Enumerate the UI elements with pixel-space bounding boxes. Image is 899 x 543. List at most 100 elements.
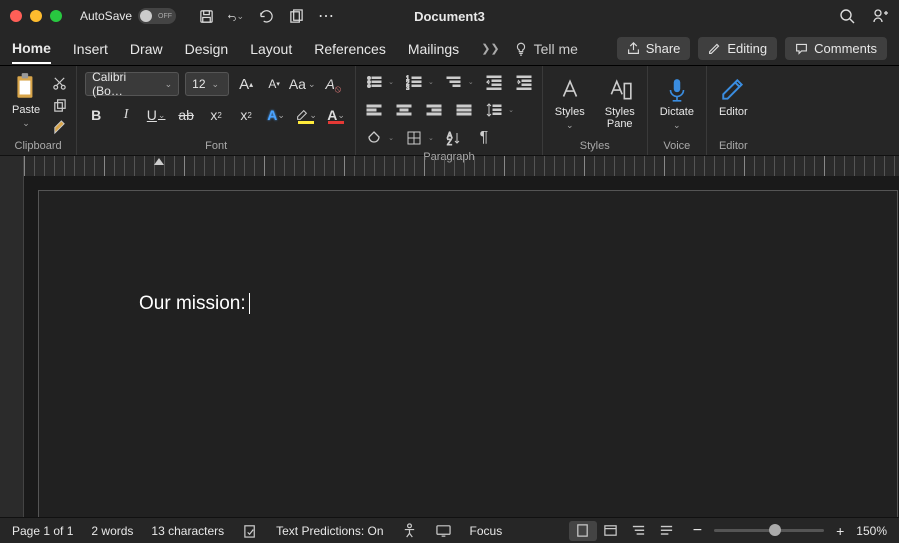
document-text: Our mission:: [139, 293, 246, 314]
outline-icon[interactable]: [625, 521, 653, 541]
focus-mode[interactable]: Focus: [470, 524, 503, 538]
more-icon[interactable]: ⋯: [318, 8, 334, 24]
draft-icon[interactable]: [653, 521, 681, 541]
comment-icon: [795, 42, 808, 55]
pencil-icon: [708, 42, 721, 55]
format-painter-icon[interactable]: [50, 118, 68, 136]
shrink-font-icon[interactable]: A▾: [263, 73, 285, 95]
vertical-ruler[interactable]: [0, 176, 24, 517]
highlight-icon[interactable]: ⌄: [295, 104, 317, 126]
subscript-button[interactable]: x2: [205, 104, 227, 126]
indent-right-icon[interactable]: [514, 72, 534, 92]
sort-icon[interactable]: AZ: [444, 128, 464, 148]
editing-button[interactable]: Editing: [698, 37, 777, 60]
line-spacing-icon[interactable]: [484, 100, 504, 120]
group-label: Voice: [656, 137, 698, 155]
group-label: Clipboard: [8, 137, 68, 155]
mic-icon: [663, 76, 691, 104]
indent-left-icon[interactable]: [484, 72, 504, 92]
font-name-combo[interactable]: Calibri (Bo…⌄: [85, 72, 179, 96]
clear-format-icon[interactable]: A⦸: [319, 73, 341, 95]
page-indicator[interactable]: Page 1 of 1: [12, 524, 73, 538]
font-color-icon[interactable]: A⌄: [325, 104, 347, 126]
tab-design[interactable]: Design: [185, 35, 229, 63]
comments-button[interactable]: Comments: [785, 37, 887, 60]
zoom-in-icon[interactable]: +: [836, 523, 844, 539]
word-count[interactable]: 2 words: [91, 524, 133, 538]
spellcheck-icon[interactable]: [242, 523, 258, 539]
group-paragraph: ⌄ 123⌄ ⌄ ⌄ ⌄ ⌄ AZ ¶ Paragraph: [356, 66, 543, 155]
font-size-combo[interactable]: 12⌄: [185, 72, 229, 96]
grow-font-icon[interactable]: A▴: [235, 73, 257, 95]
change-case-icon[interactable]: Aa⌄: [291, 73, 313, 95]
styles-pane-icon: [606, 76, 634, 104]
svg-text:Z: Z: [447, 138, 452, 146]
show-marks-icon[interactable]: ¶: [474, 128, 494, 148]
more-tabs-icon[interactable]: ❯❯: [481, 42, 499, 55]
bulb-icon: [514, 42, 528, 56]
paste-button[interactable]: Paste ⌄: [8, 70, 44, 131]
text-predictions[interactable]: Text Predictions: On: [276, 524, 383, 538]
tell-me[interactable]: Tell me: [514, 41, 578, 57]
tab-insert[interactable]: Insert: [73, 35, 108, 63]
shading-icon[interactable]: [364, 128, 384, 148]
numbering-icon[interactable]: 123: [404, 72, 424, 92]
styles-button[interactable]: Styles⌄: [551, 74, 589, 133]
tab-home[interactable]: Home: [12, 34, 51, 64]
dictate-button[interactable]: Dictate⌄: [656, 74, 698, 133]
styles-pane-button[interactable]: Styles Pane: [601, 74, 639, 132]
text-effects-icon[interactable]: A⌄: [265, 104, 287, 126]
print-layout-icon[interactable]: [569, 521, 597, 541]
redo-icon[interactable]: [258, 8, 274, 24]
superscript-button[interactable]: x2: [235, 104, 257, 126]
template-icon[interactable]: [288, 8, 304, 24]
document-body[interactable]: Our mission:: [139, 293, 817, 315]
tab-mailings[interactable]: Mailings: [408, 35, 459, 63]
accessibility-icon[interactable]: [402, 523, 418, 539]
tab-references[interactable]: References: [314, 35, 386, 63]
indent-marker[interactable]: [154, 158, 164, 165]
close-window[interactable]: [10, 10, 22, 22]
align-left-icon[interactable]: [364, 100, 384, 120]
tab-layout[interactable]: Layout: [250, 35, 292, 63]
cut-icon[interactable]: [50, 74, 68, 92]
group-clipboard: Paste ⌄ Clipboard: [0, 66, 77, 155]
tab-draw[interactable]: Draw: [130, 35, 163, 63]
ribbon: Paste ⌄ Clipboard Calibri (Bo…⌄ 12⌄ A▴ A…: [0, 66, 899, 156]
zoom-out-icon[interactable]: −: [693, 522, 702, 540]
char-count[interactable]: 13 characters: [151, 524, 224, 538]
align-right-icon[interactable]: [424, 100, 444, 120]
justify-icon[interactable]: [454, 100, 474, 120]
zoom-slider[interactable]: [714, 529, 824, 532]
bold-button[interactable]: B: [85, 104, 107, 126]
horizontal-ruler[interactable]: [24, 156, 899, 176]
clipboard-icon: [13, 72, 39, 102]
autosave-toggle[interactable]: AutoSave OFF: [80, 8, 176, 24]
align-center-icon[interactable]: [394, 100, 414, 120]
italic-button[interactable]: I: [115, 104, 137, 126]
text-cursor: [249, 293, 250, 314]
document-page[interactable]: Our mission:: [38, 190, 898, 517]
web-layout-icon[interactable]: [597, 521, 625, 541]
account-icon[interactable]: [873, 8, 889, 24]
copy-icon[interactable]: [50, 96, 68, 114]
strike-button[interactable]: ab: [175, 104, 197, 126]
minimize-window[interactable]: [30, 10, 42, 22]
multilevel-icon[interactable]: [444, 72, 464, 92]
save-icon[interactable]: [198, 8, 214, 24]
svg-text:3: 3: [406, 86, 410, 90]
borders-icon[interactable]: [404, 128, 424, 148]
autosave-label: AutoSave: [80, 9, 132, 23]
bullets-icon[interactable]: [364, 72, 384, 92]
display-settings-icon[interactable]: [436, 523, 452, 539]
autosave-switch[interactable]: OFF: [138, 8, 176, 24]
maximize-window[interactable]: [50, 10, 62, 22]
underline-button[interactable]: U⌄: [145, 104, 167, 126]
window-controls: [10, 10, 62, 22]
share-icon: [627, 42, 640, 55]
editor-button[interactable]: Editor: [715, 74, 752, 120]
undo-icon[interactable]: ⌄: [228, 8, 244, 24]
share-button[interactable]: Share: [617, 37, 691, 60]
search-icon[interactable]: [839, 8, 855, 24]
zoom-level[interactable]: 150%: [856, 524, 887, 538]
